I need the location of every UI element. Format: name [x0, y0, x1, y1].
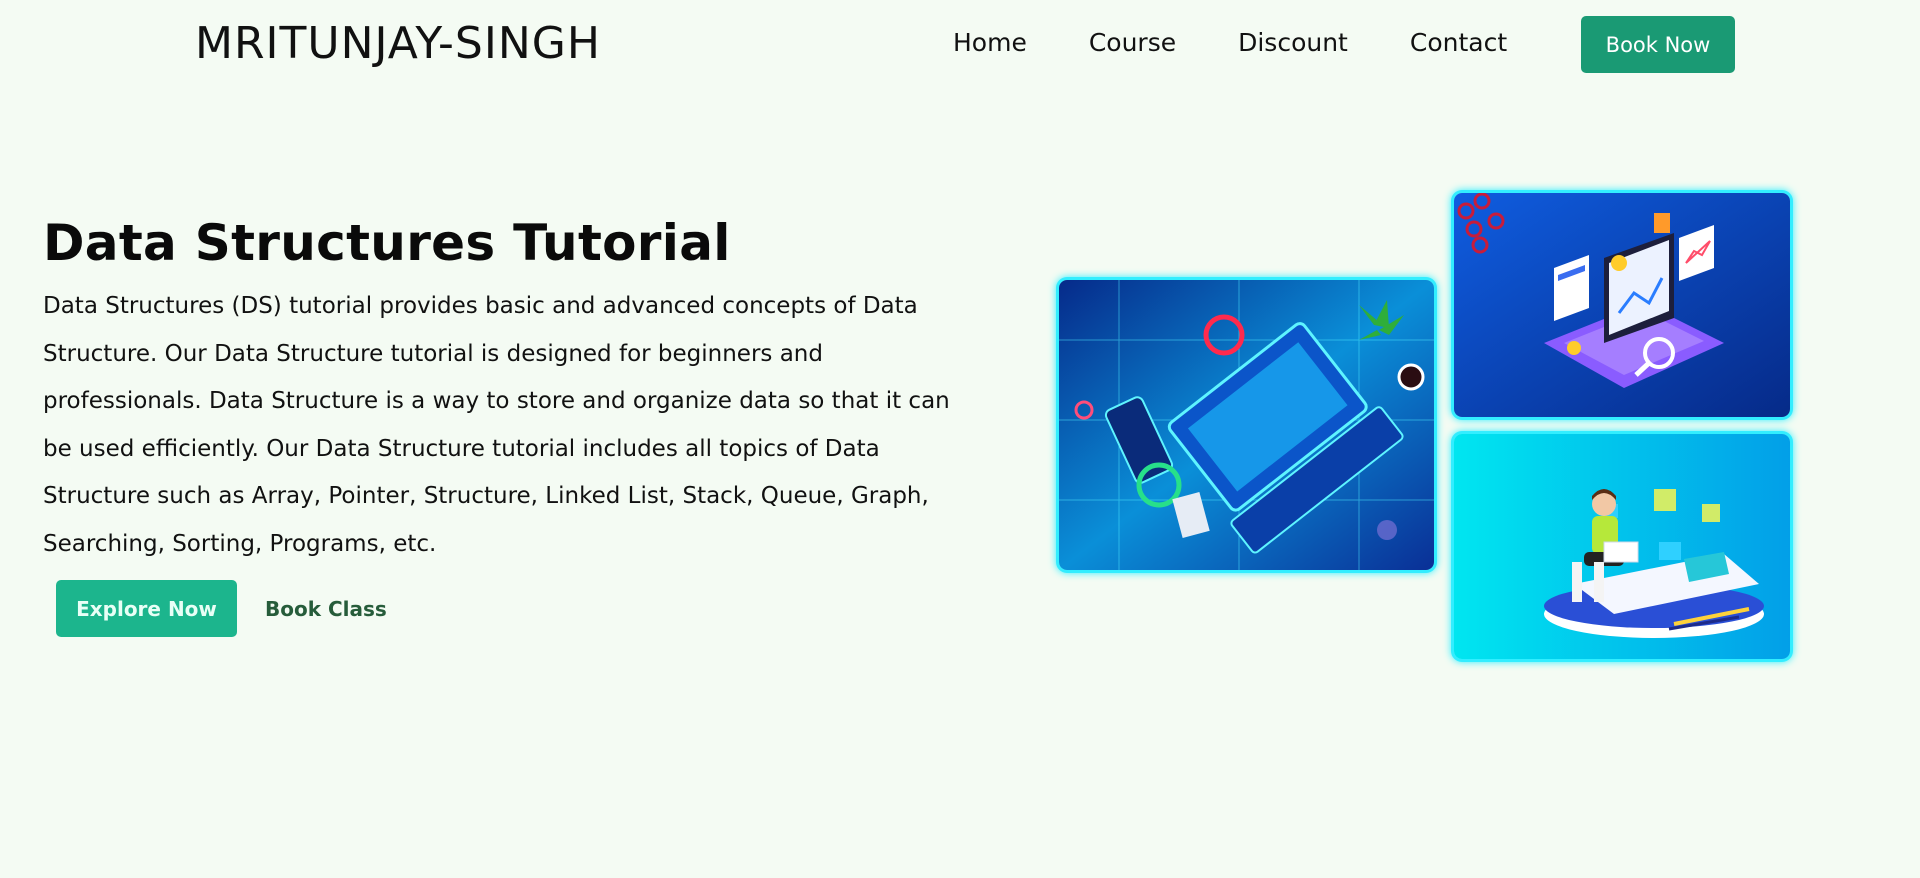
nav-contact[interactable]: Contact: [1410, 28, 1507, 57]
book-class-link[interactable]: Book Class: [265, 597, 387, 621]
nav-course[interactable]: Course: [1089, 28, 1176, 57]
dashboard-illustration: [1454, 193, 1790, 417]
book-now-button[interactable]: Book Now: [1581, 16, 1735, 73]
main-nav: Home Course Discount Contact: [953, 28, 1507, 57]
hero-description: Data Structures (DS) tutorial provides b…: [43, 293, 950, 557]
explore-now-button[interactable]: Explore Now: [56, 580, 237, 637]
tech-desk-illustration: [1059, 280, 1434, 570]
student-reading-illustration: [1454, 434, 1790, 659]
nav-home[interactable]: Home: [953, 28, 1027, 57]
nav-discount[interactable]: Discount: [1238, 28, 1348, 57]
hero-title: Data Structures Tutorial: [43, 214, 731, 272]
site-logo[interactable]: MRITUNJAY-SINGH: [195, 18, 601, 69]
